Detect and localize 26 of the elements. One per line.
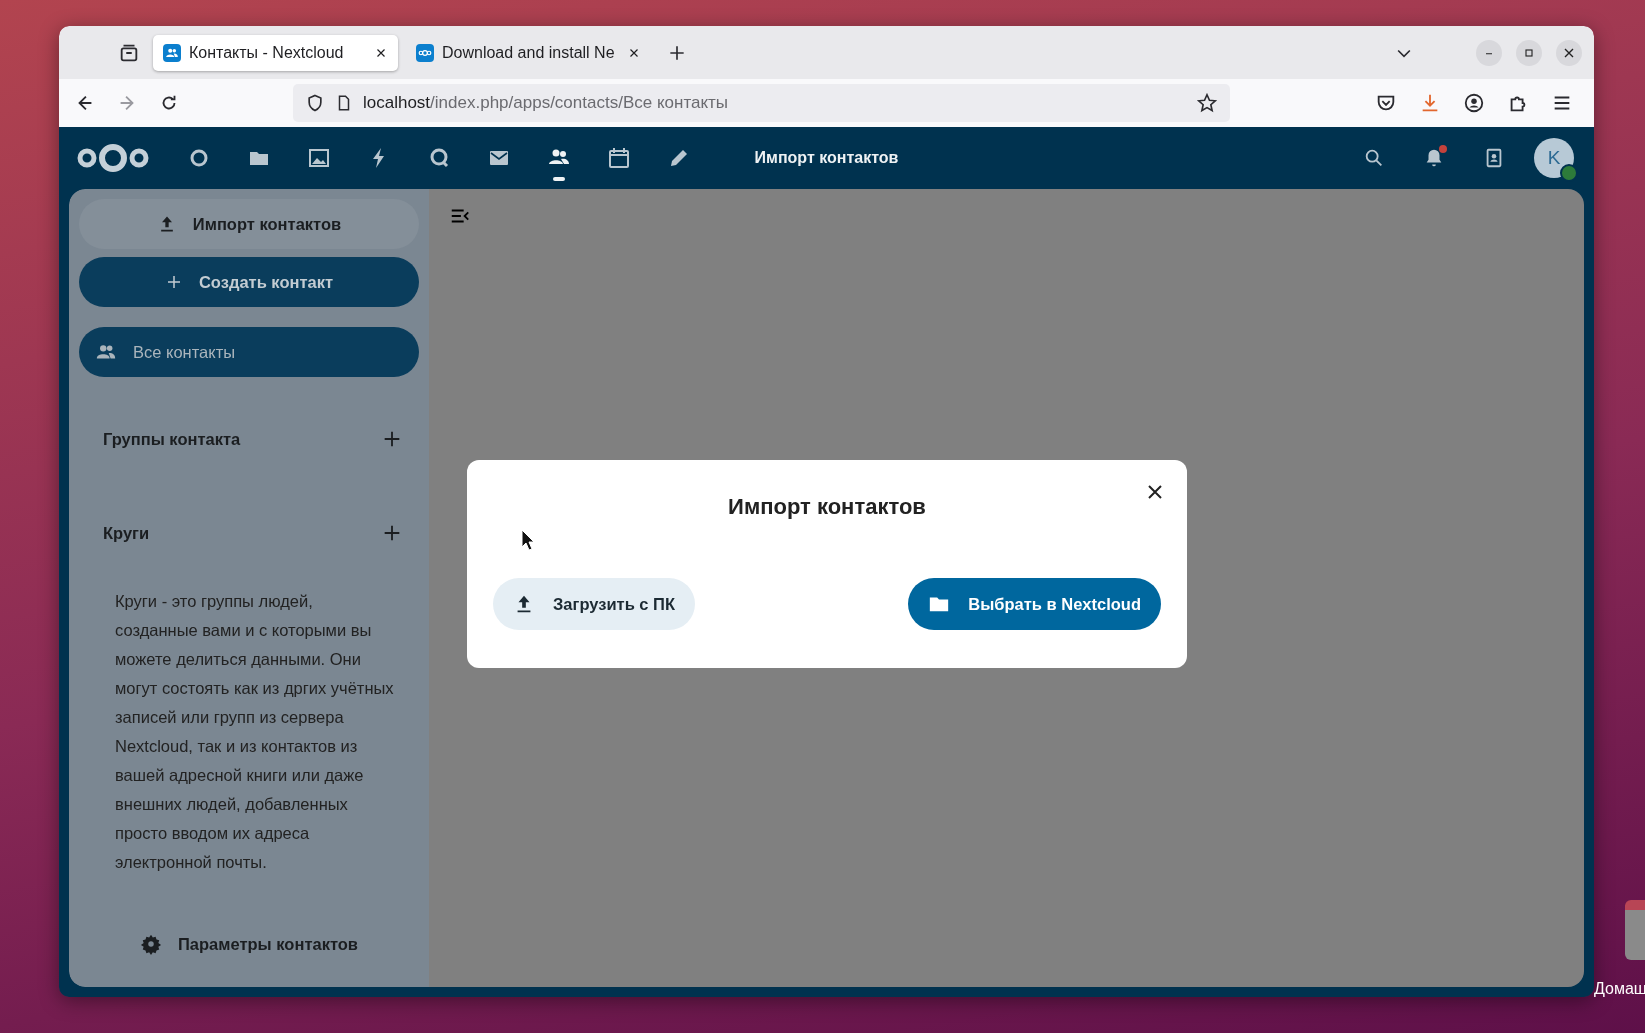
contacts-settings-button[interactable]: Параметры контактов: [79, 915, 419, 973]
browser-tab[interactable]: Download and install Ne: [406, 34, 651, 71]
address-bar[interactable]: localhost/index.php/apps/contacts/Все контакты: [293, 84, 1230, 122]
choose-in-nextcloud-button[interactable]: Выбрать в Nextcloud: [908, 578, 1161, 630]
browser-tab[interactable]: Контакты - Nextcloud: [153, 34, 398, 71]
settings-icon: [140, 933, 162, 955]
bookmark-star-icon[interactable]: [1196, 92, 1218, 114]
nextcloud-logo[interactable]: [75, 141, 151, 175]
create-contact-button[interactable]: Создать контакт: [79, 257, 419, 307]
url-text: localhost/index.php/apps/contacts/Все контакты: [363, 93, 730, 113]
image-icon[interactable]: [307, 146, 331, 170]
section-heading: Группы контакта: [103, 429, 241, 449]
section-heading: Круги: [103, 523, 150, 543]
import-contacts-button[interactable]: Импорт контактов: [79, 199, 419, 249]
account-icon[interactable]: [1463, 92, 1485, 114]
page-title: Импорт контактов: [754, 149, 899, 166]
circles-description: Круги - это группы людей, созданные вами и с которыми вы можете делиться данными. Они могут состоять как из дргих учётных записей или групп из сервера Nextcloud, так и из контактов из вашей адресной книги или даже внешних людей, добавленных просто вводом их адреса электронной почты.: [115, 591, 395, 873]
dialog-title: Импорт контактов: [728, 494, 926, 519]
all-contacts-item[interactable]: Все контакты: [79, 327, 419, 377]
mouse-cursor-icon: [521, 529, 535, 551]
search-icon[interactable]: [1363, 147, 1385, 169]
shield-icon[interactable]: [305, 93, 325, 113]
desktop-icon-label[interactable]: Домаш: [1594, 980, 1645, 998]
nextcloud-favicon-icon: [416, 43, 434, 62]
upload-from-pc-button[interactable]: Загрузить с ПК: [493, 578, 696, 630]
calendar-icon[interactable]: [607, 146, 631, 170]
